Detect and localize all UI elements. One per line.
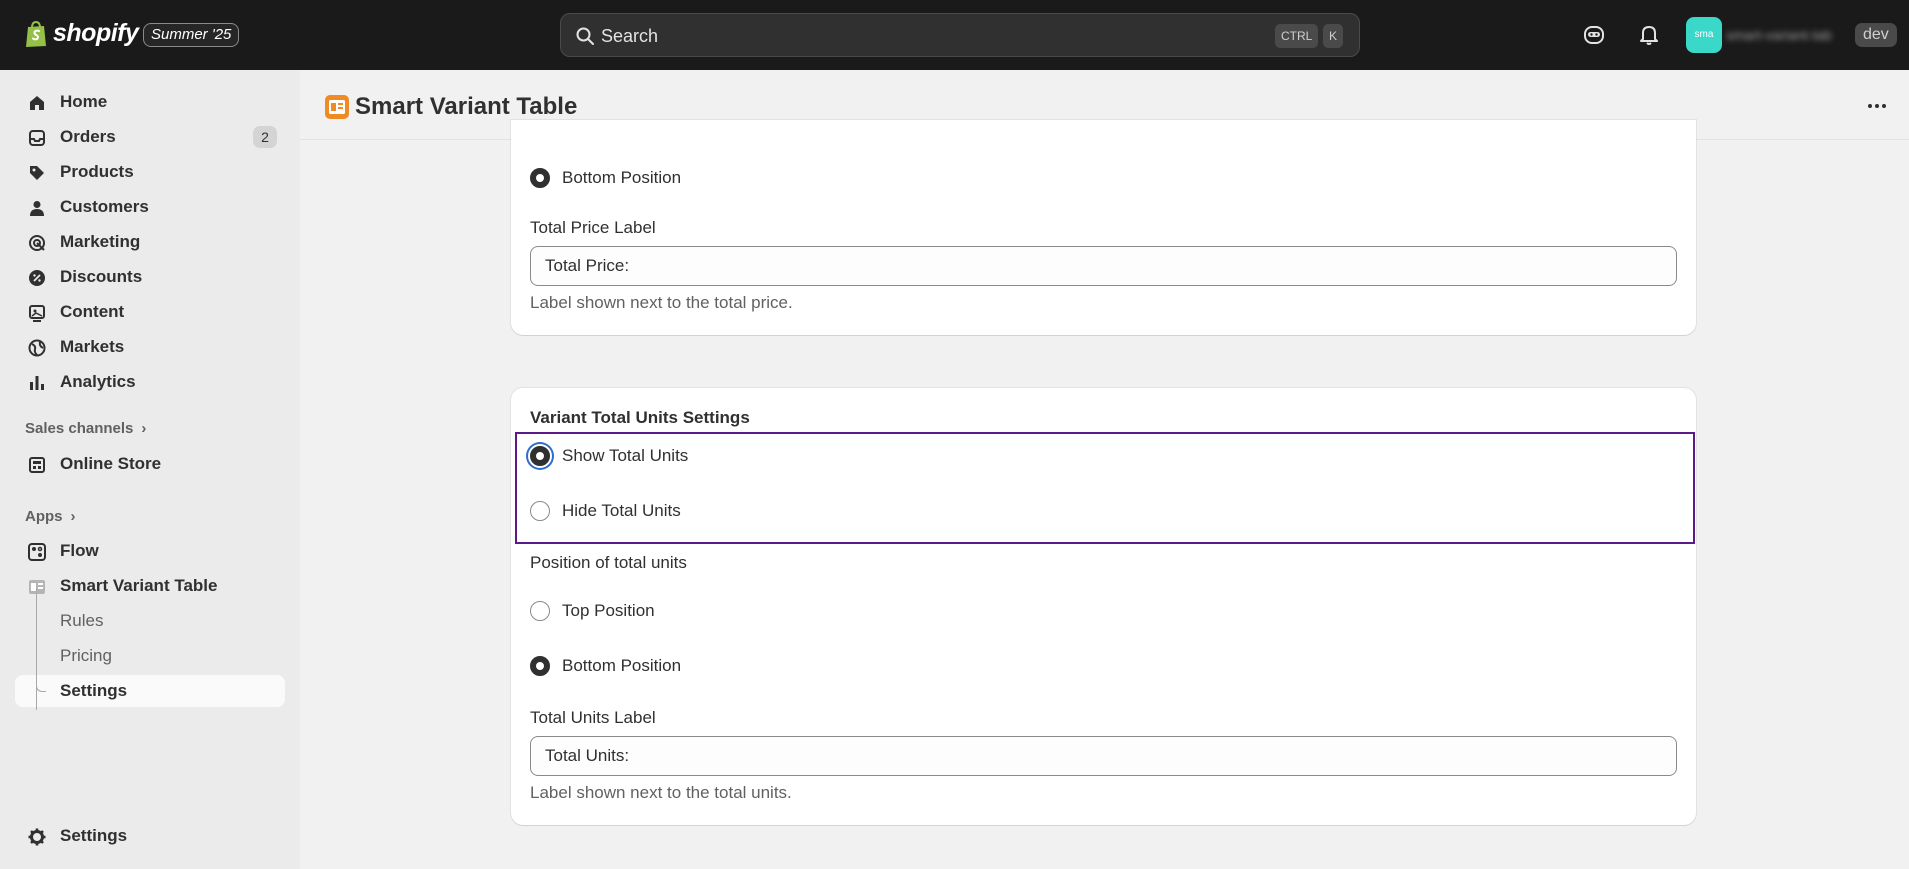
sidebar-item-markets[interactable]: Markets: [15, 331, 285, 363]
sidebar-item-analytics[interactable]: Analytics: [15, 366, 285, 398]
radio-label: Top Position: [562, 601, 655, 620]
total-units-label-input[interactable]: Total Units:: [530, 736, 1677, 776]
sidebar-item-products[interactable]: Products: [15, 156, 285, 188]
brand-name: shopify: [53, 19, 139, 47]
sidebar-item-label: Discounts: [60, 267, 143, 286]
sidebar-item-label: Products: [60, 162, 134, 181]
orders-count-badge: 2: [253, 126, 277, 148]
shortcut-k: K: [1323, 24, 1344, 48]
sidebar-item-label: Marketing: [60, 232, 141, 251]
sidebar-item-label: Content: [60, 302, 125, 321]
sidebar-subitem-label: Settings: [60, 681, 128, 700]
store-name[interactable]: smart-variant-tab: [1726, 24, 1850, 46]
avatar[interactable]: sma: [1686, 17, 1722, 53]
tree-connector-end: [36, 684, 46, 692]
shopify-logo[interactable]: shopify: [24, 19, 139, 48]
sidebar-item-label: Orders: [60, 127, 116, 146]
visibility-radio-group: [515, 432, 1695, 544]
discount-icon: [29, 270, 45, 286]
sidebar-item-discounts[interactable]: Discounts: [15, 261, 285, 293]
more-actions-icon[interactable]: [1863, 92, 1891, 120]
shopify-bag-icon: [26, 20, 46, 47]
dev-badge: dev: [1855, 23, 1897, 47]
sidebar-item-label: Home: [60, 92, 108, 111]
total-price-label-input[interactable]: Total Price:: [530, 246, 1677, 286]
sidebar: Home Orders 2 Products Customers Marketi…: [0, 70, 300, 869]
sidebar-subitem-pricing[interactable]: Pricing: [15, 640, 285, 672]
sidebar-item-home[interactable]: Home: [15, 86, 285, 118]
sidebar-item-customers[interactable]: Customers: [15, 191, 285, 223]
sidebar-item-label: Smart Variant Table: [60, 576, 218, 595]
position-heading: Position of total units: [530, 553, 687, 572]
sidebar-item-label: Analytics: [60, 372, 136, 391]
chevron-right-icon: ›: [141, 420, 147, 437]
apps-header[interactable]: Apps ›: [25, 508, 76, 525]
search-icon: [576, 27, 594, 45]
radio-label: Hide Total Units: [562, 501, 681, 520]
globe-icon: [28, 339, 46, 357]
sidebar-item-marketing[interactable]: Marketing: [15, 226, 285, 258]
gear-icon: [28, 828, 46, 846]
show-total-units-option[interactable]: Show Total Units: [530, 443, 688, 469]
sidebar-item-online-store[interactable]: Online Store: [15, 448, 285, 480]
person-icon: [30, 201, 44, 216]
home-icon: [30, 96, 44, 110]
shortcut-ctrl: CTRL: [1275, 24, 1319, 48]
total-price-settings-card: Bottom Position Total Price Label Total …: [511, 120, 1696, 335]
hide-total-units-radio[interactable]: [530, 501, 550, 521]
sidebar-item-orders[interactable]: Orders 2: [15, 121, 285, 153]
top-bar: shopify Summer '25 Search CTRL K sma sma…: [0, 0, 1909, 70]
sidebar-item-label: Online Store: [60, 454, 162, 473]
top-position-option[interactable]: Top Position: [530, 598, 655, 624]
bottom-position-radio[interactable]: [530, 656, 550, 676]
sales-channels-header[interactable]: Sales channels ›: [25, 420, 146, 437]
content-icon: [29, 305, 45, 322]
bottom-position-option[interactable]: Bottom Position: [530, 653, 681, 679]
edition-badge[interactable]: Summer '25: [143, 23, 240, 47]
sidebar-subitem-label: Pricing: [60, 646, 112, 665]
sidebar-item-flow[interactable]: Flow: [15, 535, 285, 567]
app-icon: [325, 95, 349, 119]
radio-label: Bottom Position: [562, 656, 682, 675]
store-icon: [29, 457, 45, 473]
total-units-label-heading: Total Units Label: [530, 708, 656, 727]
sidebar-item-settings[interactable]: Settings: [15, 820, 285, 852]
chevron-right-icon: ›: [70, 508, 76, 525]
hide-total-units-option[interactable]: Hide Total Units: [530, 498, 681, 524]
search-placeholder: Search: [601, 26, 659, 46]
bell-icon[interactable]: [1637, 23, 1661, 47]
sidebar-subitem-rules[interactable]: Rules: [15, 605, 285, 637]
show-total-units-radio[interactable]: [530, 446, 550, 466]
flow-icon: [28, 543, 46, 561]
tag-icon: [30, 166, 44, 180]
inbox-icon: [29, 130, 45, 146]
bottom-position-option[interactable]: Bottom Position: [530, 165, 681, 191]
card-title: Variant Total Units Settings: [530, 408, 750, 427]
search-bar[interactable]: Search CTRL K: [560, 13, 1360, 57]
sidekick-icon[interactable]: [1582, 23, 1606, 47]
radio-label: Show Total Units: [562, 446, 689, 465]
apps-label: Apps: [25, 508, 63, 525]
total-units-help-text: Label shown next to the total units.: [530, 783, 792, 802]
sales-channels-label: Sales channels: [25, 420, 134, 437]
chart-icon: [30, 376, 44, 390]
radio-label: Bottom Position: [562, 168, 682, 187]
sidebar-item-label: Customers: [60, 197, 149, 216]
total-price-label-heading: Total Price Label: [530, 218, 656, 237]
total-price-help-text: Label shown next to the total price.: [530, 293, 793, 312]
bottom-position-radio[interactable]: [530, 168, 550, 188]
sidebar-item-label: Settings: [60, 826, 128, 845]
target-icon: [29, 235, 45, 251]
sidebar-item-content[interactable]: Content: [15, 296, 285, 328]
total-units-settings-card: Variant Total Units Settings Show Total …: [511, 388, 1696, 825]
sidebar-item-label: Flow: [60, 541, 99, 560]
page-title: Smart Variant Table: [355, 93, 578, 120]
sidebar-subitem-label: Rules: [60, 611, 104, 630]
top-position-radio[interactable]: [530, 601, 550, 621]
sidebar-subitem-settings[interactable]: Settings: [15, 675, 285, 707]
sidebar-item-label: Markets: [60, 337, 125, 356]
sidebar-item-smart-variant-table[interactable]: Smart Variant Table: [15, 570, 285, 602]
